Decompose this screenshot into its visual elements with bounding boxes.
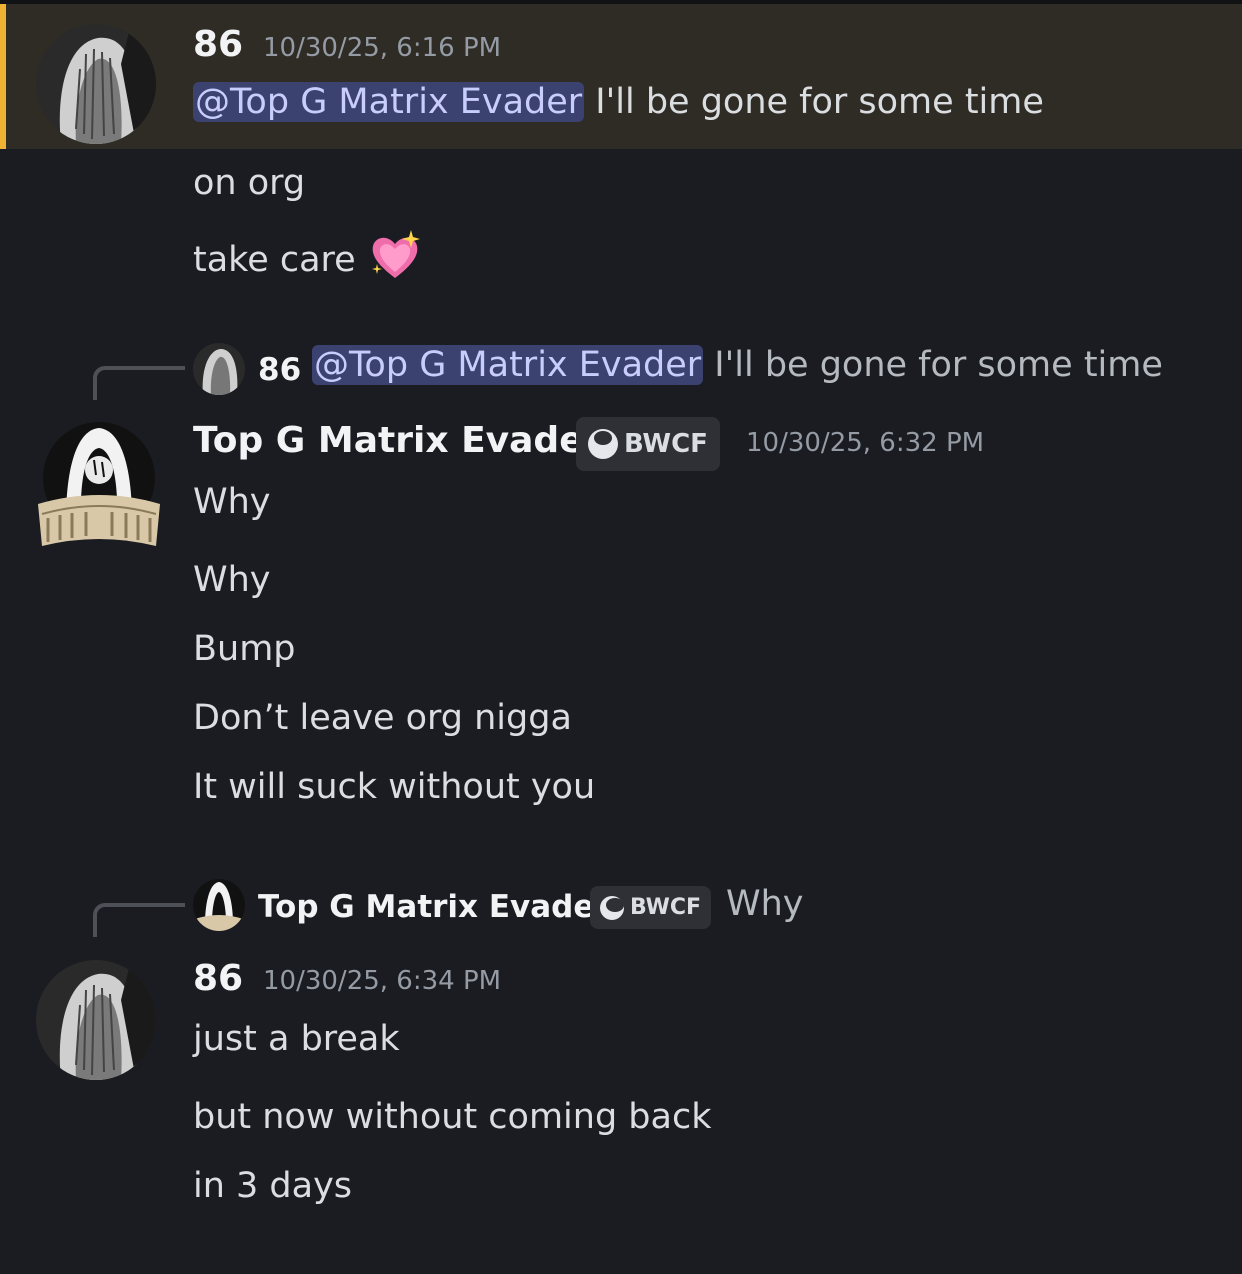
message-line: Bump bbox=[193, 629, 296, 669]
username[interactable]: 86 bbox=[193, 958, 243, 999]
username[interactable]: Top G Matrix Evader bbox=[193, 420, 601, 461]
reply-preview-text[interactable]: @Top G Matrix Evader I'll be gone for so… bbox=[312, 345, 1163, 385]
message-line: on org bbox=[193, 163, 306, 203]
sparkling-heart-icon[interactable] bbox=[367, 228, 423, 294]
message-line: @Top G Matrix Evader I'll be gone for so… bbox=[193, 81, 1044, 123]
avatar[interactable] bbox=[36, 960, 156, 1080]
reply-connector bbox=[93, 903, 185, 937]
timestamp[interactable]: 10/30/25, 6:32 PM bbox=[746, 428, 984, 458]
reply-avatar[interactable] bbox=[193, 343, 245, 395]
message-text: I'll be gone for some time bbox=[584, 82, 1044, 122]
message-line: but now without coming back bbox=[193, 1097, 712, 1137]
message-line: Don’t leave org nigga bbox=[193, 698, 572, 738]
message-line: in 3 days bbox=[193, 1166, 353, 1206]
reply-connector bbox=[93, 366, 185, 400]
reply-author[interactable]: Top G Matrix Evader bbox=[258, 889, 610, 925]
reply-author[interactable]: 86 bbox=[258, 352, 301, 388]
message-line: Why bbox=[193, 482, 271, 522]
user-mention[interactable]: @Top G Matrix Evader bbox=[312, 345, 704, 385]
server-tag-badge[interactable]: BWCF bbox=[590, 886, 712, 929]
avatar[interactable] bbox=[36, 24, 156, 144]
message-line: take care bbox=[193, 228, 423, 294]
message-line: Why bbox=[193, 560, 271, 600]
mention-highlight-bar bbox=[0, 4, 6, 149]
server-tag-icon bbox=[588, 429, 618, 459]
message-line: just a break bbox=[193, 1019, 400, 1059]
timestamp[interactable]: 10/30/25, 6:16 PM bbox=[263, 33, 501, 63]
server-tag-label: BWCF bbox=[630, 895, 702, 920]
server-tag-label: BWCF bbox=[624, 429, 708, 459]
message-line: It will suck without you bbox=[193, 767, 596, 807]
server-tag-badge[interactable]: BWCF bbox=[576, 417, 720, 471]
message-text: take care bbox=[193, 240, 356, 280]
message-mentioned[interactable]: 86 10/30/25, 6:16 PM @Top G Matrix Evade… bbox=[0, 4, 1242, 149]
avatar[interactable] bbox=[36, 420, 162, 550]
server-tag-icon bbox=[600, 895, 624, 920]
reply-preview-text[interactable]: Why bbox=[726, 884, 804, 924]
timestamp[interactable]: 10/30/25, 6:34 PM bbox=[263, 966, 501, 996]
username[interactable]: 86 bbox=[193, 24, 243, 65]
reply-avatar[interactable] bbox=[193, 879, 245, 931]
user-mention[interactable]: @Top G Matrix Evader bbox=[193, 82, 585, 122]
